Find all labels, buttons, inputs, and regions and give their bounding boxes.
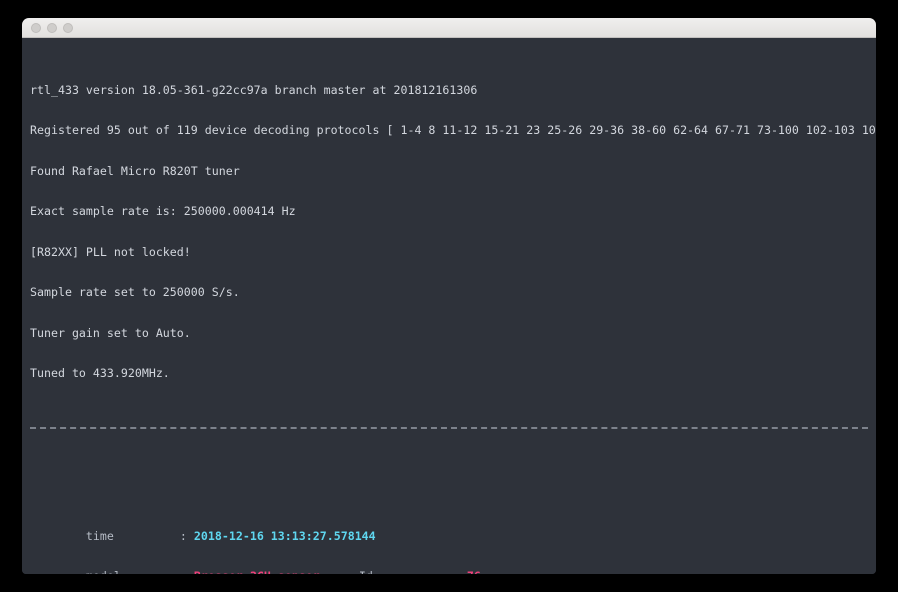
window-titlebar[interactable] bbox=[22, 18, 876, 38]
time-value: 2018-12-16 13:13:27.578144 bbox=[194, 529, 376, 543]
model-value: Bresser 3CH sensor bbox=[194, 570, 359, 574]
header-line: Registered 95 out of 119 device decoding… bbox=[30, 124, 876, 138]
record-separator bbox=[30, 421, 876, 435]
id-label: Id bbox=[359, 570, 453, 574]
minimize-button[interactable] bbox=[47, 23, 57, 33]
header-line: Found Rafael Micro R820T tuner bbox=[30, 165, 876, 179]
sensor-record: time: 2018-12-16 13:13:27.578144 model: … bbox=[30, 489, 876, 574]
colon: : bbox=[180, 569, 187, 574]
header-line: rtl_433 version 18.05-361-g22cc97a branc… bbox=[30, 84, 876, 98]
header-line: Sample rate set to 250000 S/s. bbox=[30, 286, 876, 300]
terminal-window: rtl_433 version 18.05-361-g22cc97a branc… bbox=[22, 18, 876, 574]
header-line: Tuned to 433.920MHz. bbox=[30, 367, 876, 381]
close-button[interactable] bbox=[31, 23, 41, 33]
header-line: Exact sample rate is: 250000.000414 Hz bbox=[30, 205, 876, 219]
zoom-button[interactable] bbox=[63, 23, 73, 33]
time-label: time bbox=[86, 530, 180, 544]
colon: : bbox=[180, 529, 187, 543]
terminal-output[interactable]: rtl_433 version 18.05-361-g22cc97a branc… bbox=[22, 38, 876, 574]
header-line: [R82XX] PLL not locked! bbox=[30, 246, 876, 260]
id-value: 76 bbox=[467, 569, 481, 574]
header-line: Tuner gain set to Auto. bbox=[30, 327, 876, 341]
model-label: model bbox=[86, 570, 180, 574]
colon: : bbox=[453, 569, 460, 574]
